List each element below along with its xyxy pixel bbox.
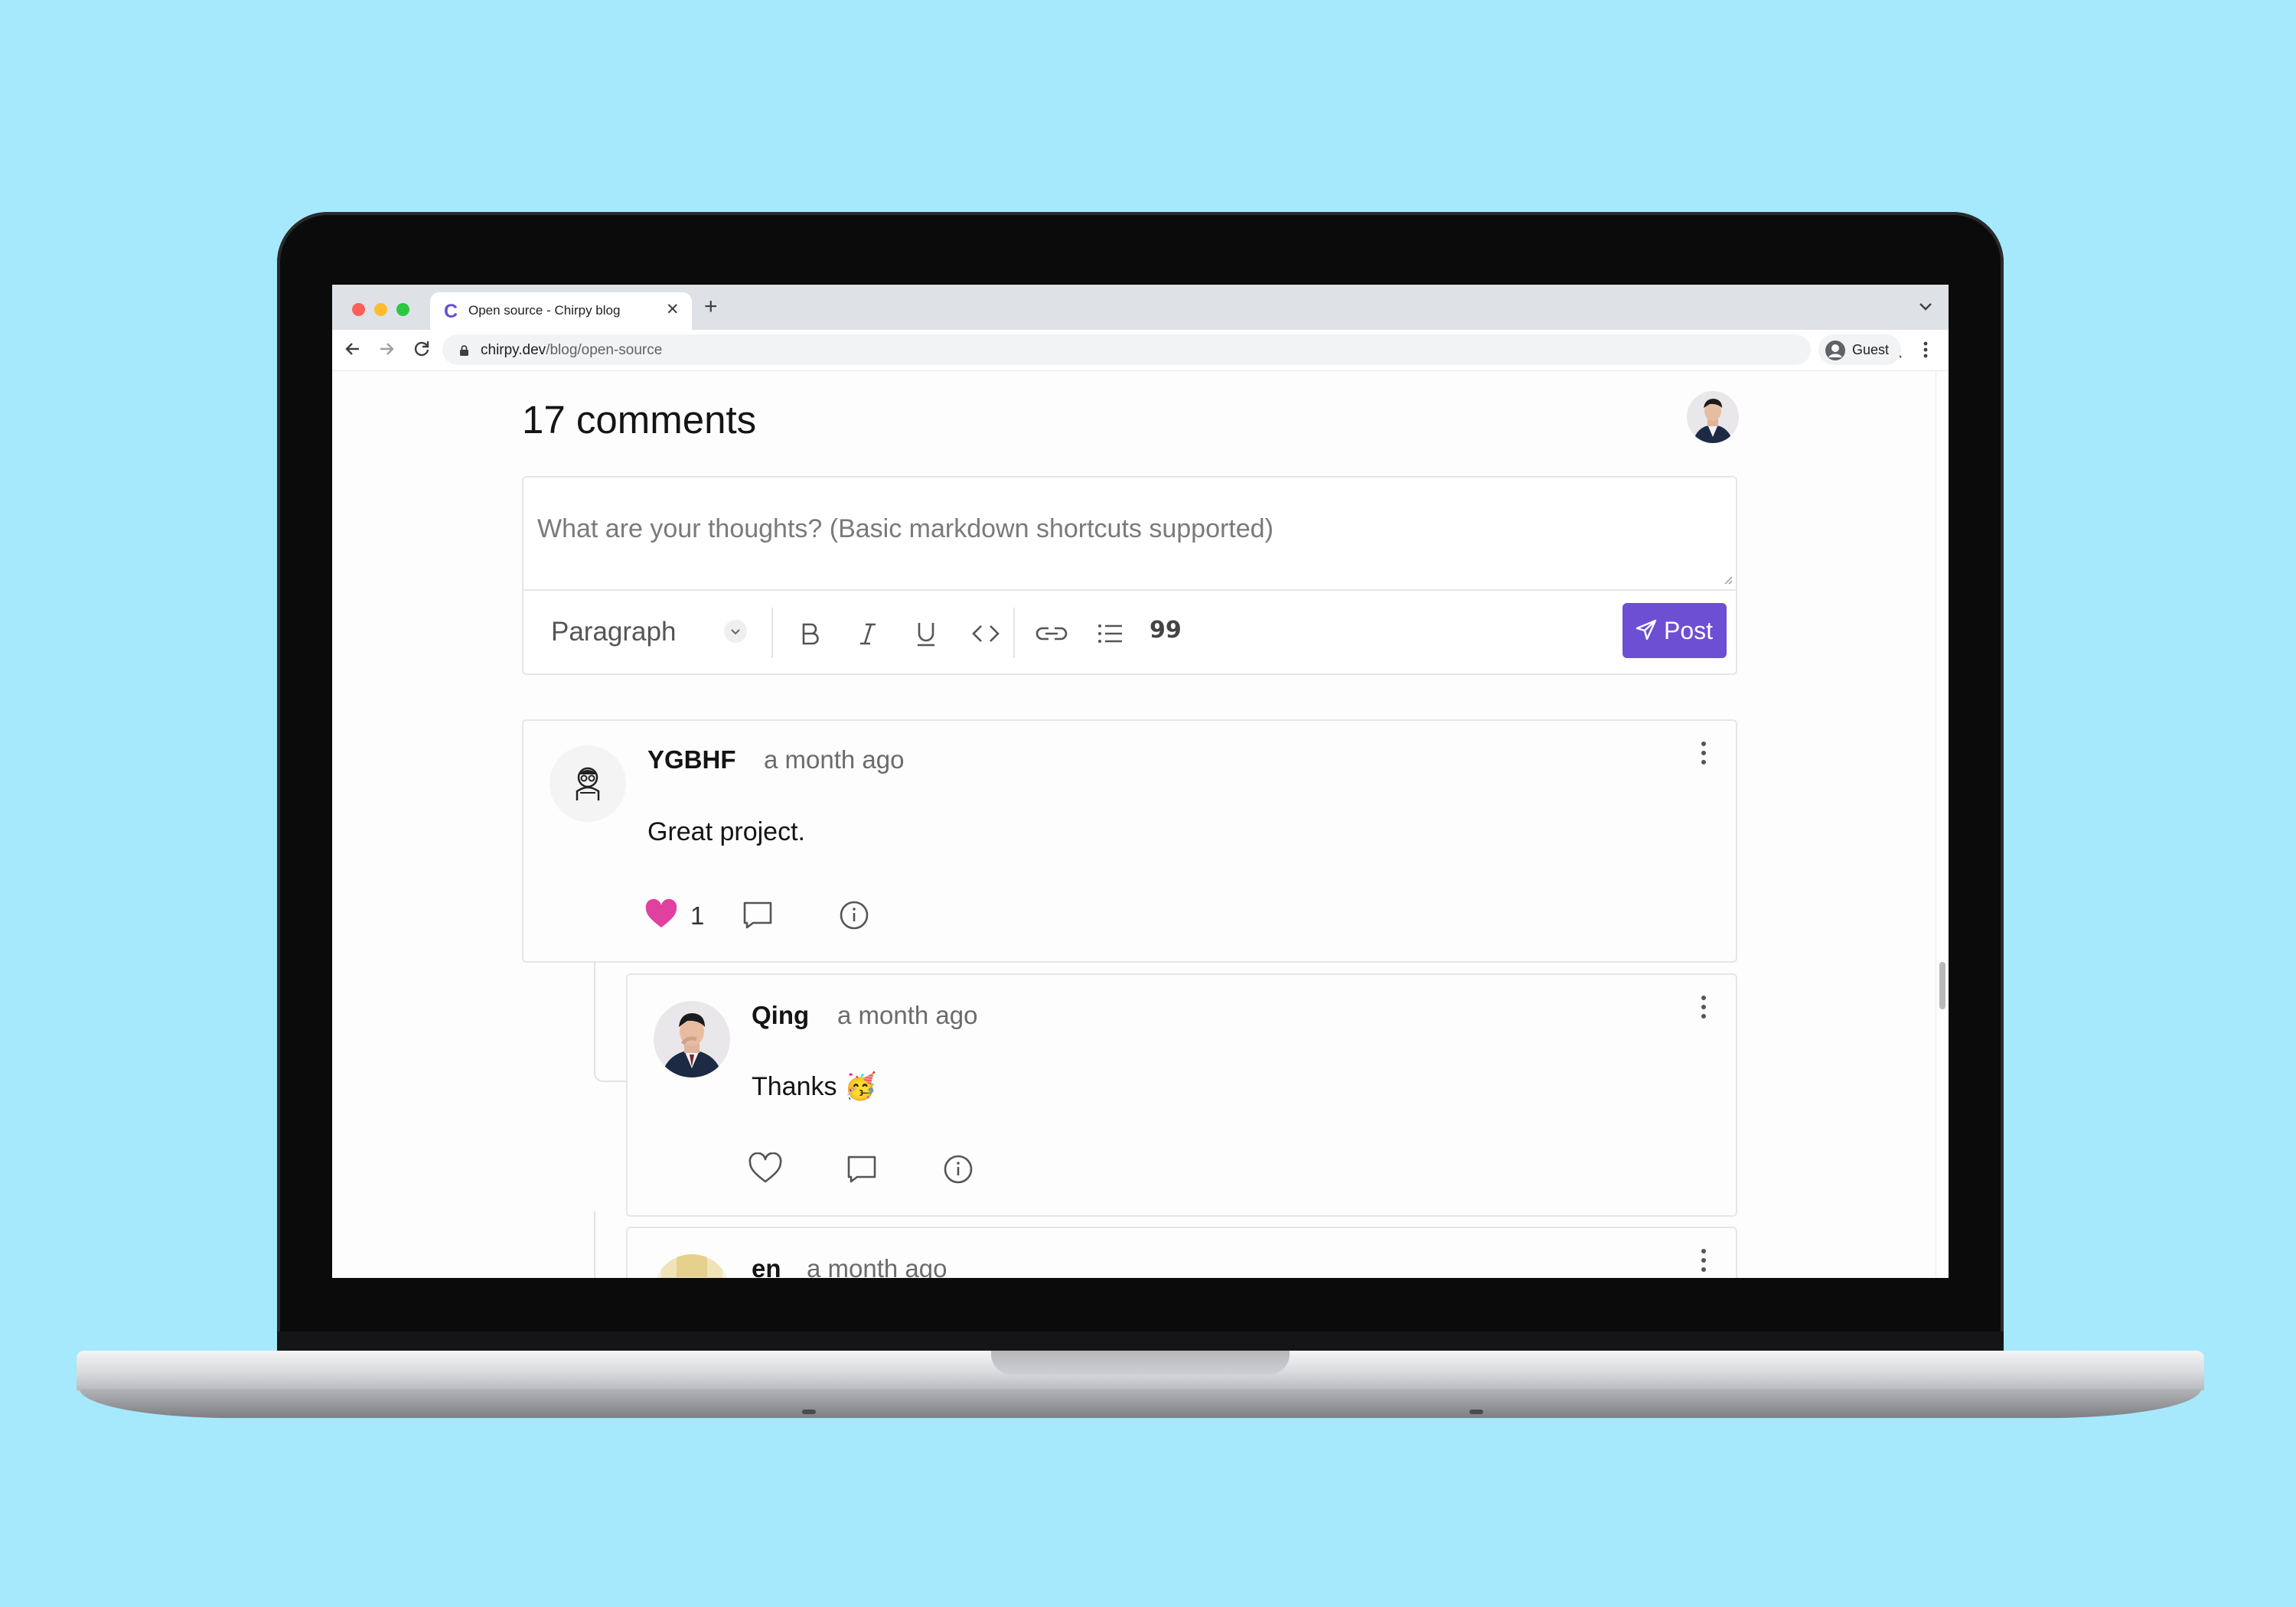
send-icon (1636, 619, 1657, 641)
back-icon[interactable] (343, 339, 363, 359)
tab-search-chevron-icon[interactable] (1918, 300, 1933, 316)
comment-author[interactable]: YGBHF (647, 745, 736, 774)
comment-card: YGBHF a month ago Great project. 1 (522, 719, 1737, 963)
heart-icon[interactable] (748, 1152, 782, 1186)
favicon-icon: C (444, 301, 458, 322)
block-type-select[interactable]: Paragraph (551, 612, 758, 650)
tab-strip: C Open source - Chirpy blog ✕ + (332, 285, 1949, 330)
post-button[interactable]: Post (1623, 603, 1727, 658)
reload-icon[interactable] (412, 339, 432, 359)
page-content: 17 comments Paragraph (332, 371, 1949, 1278)
close-tab-icon[interactable]: ✕ (666, 300, 680, 319)
url-text: chirpy.dev/blog/open-source (481, 342, 662, 359)
comments-heading: 17 comments (522, 398, 757, 442)
comment-author[interactable]: Qing (752, 1001, 809, 1030)
current-user-avatar[interactable] (1687, 391, 1739, 443)
reply-icon[interactable] (741, 898, 775, 932)
block-type-label: Paragraph (551, 617, 677, 647)
toolbar-divider (1013, 608, 1015, 658)
like-button-icon[interactable] (644, 898, 678, 932)
comment-input[interactable] (523, 478, 1736, 589)
maximize-window-button[interactable] (396, 303, 409, 316)
new-tab-icon[interactable]: + (704, 294, 718, 320)
info-icon[interactable] (837, 898, 871, 932)
info-icon[interactable] (941, 1152, 975, 1186)
bullet-list-icon[interactable] (1094, 618, 1125, 649)
italic-icon[interactable] (853, 618, 883, 649)
scrollbar[interactable] (1936, 371, 1949, 1278)
forward-icon[interactable] (377, 339, 396, 359)
thread-connector (594, 961, 626, 1082)
comment-body: Thanks 🥳 (752, 1072, 877, 1101)
laptop-notch (991, 1351, 1290, 1375)
user-avatar[interactable] (550, 745, 626, 822)
comment-editor: Paragraph (522, 476, 1737, 675)
comment-card: Qing a month ago Thanks 🥳 (626, 973, 1737, 1217)
comment-body: Great project. (647, 817, 805, 846)
browser-tab[interactable]: C Open source - Chirpy blog ✕ (430, 292, 692, 330)
url-host: chirpy.dev (481, 342, 546, 358)
laptop-foot (802, 1410, 816, 1414)
comment-time[interactable]: a month ago (764, 745, 904, 774)
more-options-icon[interactable] (1696, 736, 1711, 770)
address-bar[interactable]: chirpy.dev/blog/open-source (442, 334, 1902, 365)
more-options-icon[interactable] (1696, 990, 1711, 1024)
reply-icon[interactable] (845, 1152, 879, 1186)
code-icon[interactable] (970, 618, 1001, 649)
url-path: /blog/open-source (546, 342, 663, 358)
browser-window: C Open source - Chirpy blog ✕ + chirpy.d… (332, 285, 1949, 1278)
comment-time[interactable]: a month ago (837, 1001, 977, 1030)
more-options-icon[interactable] (1696, 1244, 1711, 1277)
profile-label: Guest (1852, 342, 1890, 357)
chevron-down-icon (724, 620, 747, 643)
bold-icon[interactable] (794, 618, 825, 649)
like-count: 1 (690, 901, 705, 930)
minimize-window-button[interactable] (374, 303, 387, 316)
comment-time[interactable]: a month ago (807, 1254, 947, 1278)
scrollbar-thumb[interactable] (1939, 962, 1945, 1009)
link-icon[interactable] (1033, 618, 1070, 649)
profile-button[interactable]: Guest (1818, 334, 1901, 365)
toolbar-divider (771, 608, 773, 658)
comment-card: en a month ago (626, 1227, 1737, 1278)
profile-icon (1825, 341, 1845, 360)
comment-author[interactable]: en (752, 1254, 781, 1278)
browser-toolbar: chirpy.dev/blog/open-source Guest (332, 330, 1949, 371)
resize-handle-icon[interactable] (1724, 575, 1733, 585)
thread-connector (594, 1211, 595, 1278)
laptop-foot (1469, 1410, 1483, 1414)
underline-icon[interactable] (911, 618, 941, 649)
close-window-button[interactable] (352, 303, 365, 316)
quote-icon[interactable]: 99 (1150, 617, 1182, 647)
lock-icon[interactable] (459, 344, 469, 357)
user-avatar[interactable] (654, 1254, 730, 1278)
browser-menu-icon[interactable] (1923, 339, 1929, 360)
post-label: Post (1664, 617, 1714, 644)
editor-toolbar: Paragraph 99 Post (523, 589, 1736, 673)
laptop-base-edge (80, 1389, 2201, 1418)
user-avatar[interactable] (654, 1001, 730, 1077)
tab-title: Open source - Chirpy blog (468, 303, 621, 318)
